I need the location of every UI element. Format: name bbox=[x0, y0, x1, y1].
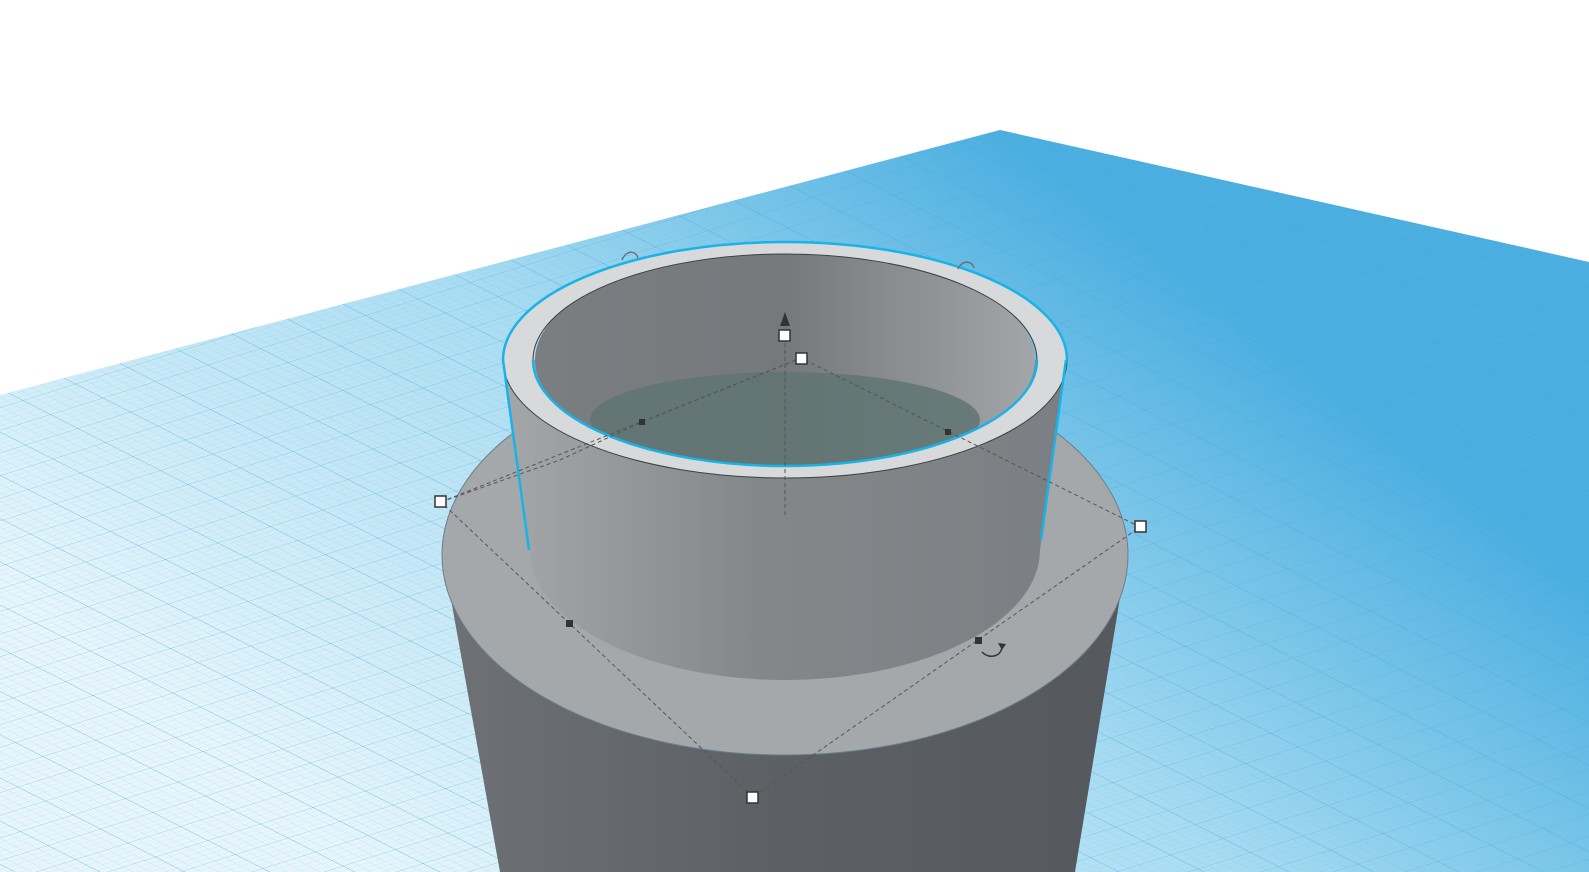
edge-handle-back-right[interactable] bbox=[945, 429, 951, 435]
resize-handle-top[interactable] bbox=[795, 352, 808, 365]
edge-handle-back-left[interactable] bbox=[639, 419, 645, 425]
edge-handle-left[interactable] bbox=[566, 620, 573, 627]
resize-handle-right[interactable] bbox=[1134, 520, 1147, 533]
hollow-ring[interactable] bbox=[501, 240, 1069, 680]
3d-viewport[interactable] bbox=[0, 0, 1589, 872]
resize-handle-bottom[interactable] bbox=[746, 791, 759, 804]
height-handle[interactable] bbox=[778, 329, 791, 342]
edge-handle-right[interactable] bbox=[975, 637, 982, 644]
resize-handle-left[interactable] bbox=[434, 495, 447, 508]
